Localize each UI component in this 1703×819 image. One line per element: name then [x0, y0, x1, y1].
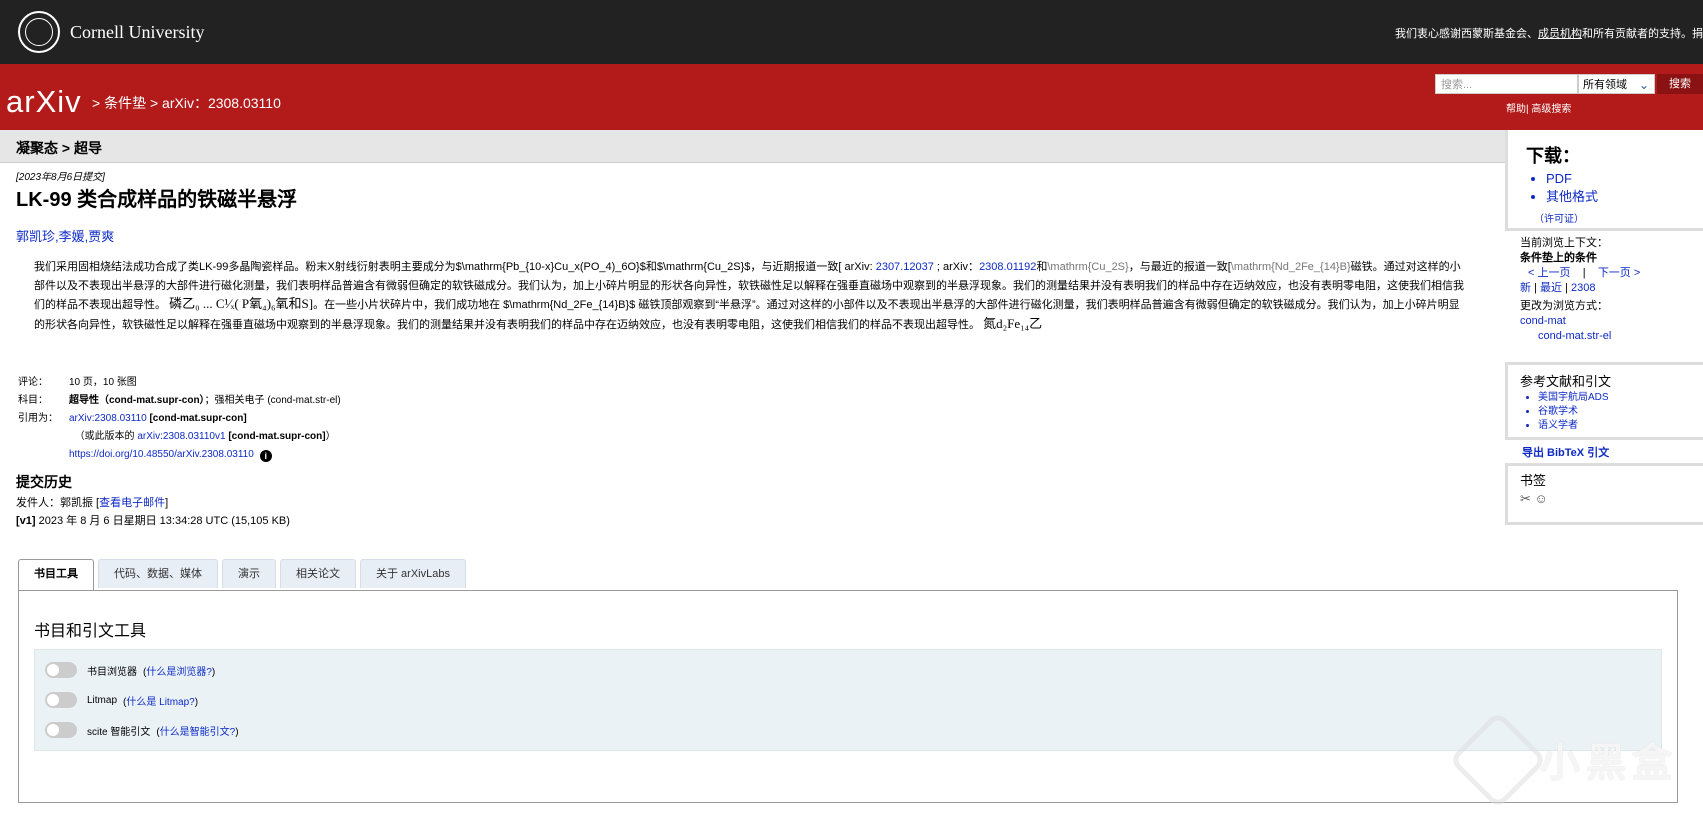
- submission-history-title: 提交历史: [16, 474, 72, 490]
- prev-link[interactable]: < 上一页: [1528, 267, 1570, 279]
- cornell-topbar: Cornell University 我们衷心感谢西蒙斯基金会、成员机构和所有贡…: [0, 0, 1703, 64]
- cornell-logo[interactable]: Cornell University: [18, 11, 204, 53]
- authors: 郭凯珍,李媛,贾爽: [16, 226, 114, 245]
- member-institutions-link[interactable]: 成员机构: [1538, 28, 1582, 40]
- secondary-subject: ；强相关电子 (cond-mat.str-el): [204, 395, 341, 406]
- bookmark-box: 书签 ✂ ☺: [1505, 463, 1703, 525]
- subject-heading: 凝聚态 > 超导: [16, 140, 102, 156]
- comments-value: 10 页，10 张图: [69, 377, 137, 388]
- bookmark-icons[interactable]: ✂ ☺: [1520, 491, 1548, 507]
- version-v1: [v1] 2023 年 8 月 6 日星期日 13:34:28 UTC (15,…: [16, 515, 290, 527]
- month-link[interactable]: 2308: [1571, 282, 1595, 294]
- scite-toggle[interactable]: [45, 722, 77, 738]
- next-link[interactable]: 下一页 >: [1598, 267, 1640, 279]
- doi-link[interactable]: https://doi.org/10.48550/arXiv.2308.0311…: [69, 449, 254, 460]
- export-bibtex-link[interactable]: 导出 BibTeX 引文: [1522, 444, 1609, 460]
- other-formats-link[interactable]: 其他格式: [1546, 188, 1598, 206]
- tab-bibliographic-tools[interactable]: 书目工具: [18, 559, 94, 591]
- submitted-date: [2023年8月6日提交]: [16, 172, 105, 183]
- browse-str-el-link[interactable]: cond-mat.str-el: [1538, 330, 1611, 342]
- version-v1-link[interactable]: [v1]: [16, 515, 36, 527]
- references-title: 参考文献和引文: [1520, 374, 1612, 389]
- browse-context: 当前浏览上下文： 条件垫上的条件 < 上一页 | 下一页 > 新 | 最近 | …: [1520, 237, 1641, 342]
- ref-link-2[interactable]: 2308.01192: [979, 261, 1036, 273]
- panel-title: 书目和引文工具: [34, 623, 147, 640]
- labs-tabs: 书目工具 代码、数据、媒体 演示 相关论文 关于 arXivLabs: [18, 559, 466, 591]
- view-email-link[interactable]: 查看电子邮件: [99, 497, 165, 509]
- cornell-seal-icon: [18, 11, 60, 53]
- tab-panel: 书目和引文工具 书目浏览器 (什么是浏览器?) Litmap (什么是 Litm…: [18, 590, 1678, 803]
- search-input[interactable]: 搜索...: [1435, 74, 1578, 94]
- scite-help-link[interactable]: 什么是智能引文?: [160, 727, 236, 738]
- right-sidebar: 下载： PDF 其他格式 （许可证） 当前浏览上下文： 条件垫上的条件 < 上一…: [1505, 130, 1703, 525]
- help-link[interactable]: 帮助: [1506, 104, 1526, 115]
- litmap-help-link[interactable]: 什么是 Litmap?: [126, 697, 194, 708]
- version-cite-link[interactable]: arXiv:2308.03110v1: [137, 431, 225, 442]
- toggle-row-litmap: Litmap (什么是 Litmap?): [45, 692, 198, 708]
- nasa-ads-link[interactable]: 美国宇航局ADS: [1538, 391, 1609, 405]
- download-list: PDF 其他格式: [1528, 170, 1598, 206]
- toggle-row-bibex: 书目浏览器 (什么是浏览器?): [45, 662, 215, 678]
- download-box: 下载： PDF 其他格式 （许可证）: [1505, 130, 1703, 231]
- bibex-toggle[interactable]: [45, 662, 77, 678]
- search-button[interactable]: 搜索: [1657, 74, 1703, 94]
- primary-subject: 超导性（cond-mat.supr-con）: [69, 395, 205, 406]
- watermark: 小黑盒: [1540, 741, 1678, 785]
- support-message: 我们衷心感谢西蒙斯基金会、成员机构和所有贡献者的支持。捐: [1395, 28, 1703, 40]
- references-box: 参考文献和引文 美国宇航局ADS 谷歌学术 语义学者: [1505, 362, 1703, 440]
- help-links: 帮助| 高级搜索: [1506, 100, 1571, 115]
- semantic-scholar-link[interactable]: 语义学者: [1538, 419, 1609, 433]
- license-link[interactable]: （许可证）: [1534, 210, 1584, 225]
- author-links[interactable]: 郭凯珍,李媛,贾爽: [16, 229, 114, 244]
- advanced-search-link[interactable]: | 高级搜索: [1526, 104, 1571, 115]
- breadcrumb: > 条件垫 > arXiv：2308.03110: [92, 95, 281, 111]
- chevron-down-icon: ⌄: [1638, 78, 1649, 92]
- toggle-row-scite: scite 智能引文 (什么是智能引文?): [45, 722, 239, 738]
- subject-heading-band: 凝聚态 > 超导: [0, 130, 1505, 163]
- pdf-link[interactable]: PDF: [1546, 170, 1598, 188]
- cornell-name: Cornell University: [70, 21, 205, 42]
- litmap-toggle[interactable]: [45, 692, 77, 708]
- cite-link[interactable]: arXiv:2308.03110: [69, 413, 147, 424]
- download-title: 下载：: [1526, 146, 1580, 166]
- context-value: 条件垫上的条件: [1520, 252, 1597, 264]
- info-icon[interactable]: i: [259, 450, 272, 462]
- submission-from: 发件人：郭凯振 [查看电子邮件]: [16, 497, 169, 509]
- search-field-select[interactable]: 所有领域 ⌄: [1578, 74, 1655, 94]
- breadcrumb-category[interactable]: 条件垫: [104, 95, 146, 111]
- google-scholar-link[interactable]: 谷歌学术: [1538, 405, 1609, 419]
- tab-about-arxivlabs[interactable]: 关于 arXivLabs: [360, 559, 466, 588]
- bibex-help-link[interactable]: 什么是浏览器?: [146, 667, 212, 678]
- tab-related-papers[interactable]: 相关论文: [280, 559, 356, 588]
- breadcrumb-id: arXiv：2308.03110: [162, 95, 281, 111]
- tab-code-data-media[interactable]: 代码、数据、媒体: [98, 559, 218, 588]
- ref-link-1[interactable]: 2307.12037: [876, 261, 934, 273]
- toggle-box: 书目浏览器 (什么是浏览器?) Litmap (什么是 Litmap?) sci…: [34, 649, 1662, 751]
- paper-title: LK-99 类合成样品的铁磁半悬浮: [16, 189, 298, 211]
- recent-link[interactable]: 最近: [1540, 282, 1562, 294]
- abstract-text: 我们采用固相烧结法成功合成了类LK-99多晶陶瓷样品。粉末X射线衍射表明主要成分…: [34, 261, 1464, 331]
- metadata-table: 评论： 10 页，10 张图 科目： 超导性（cond-mat.supr-con）；…: [18, 374, 341, 464]
- arxiv-header: arXiv > 条件垫 > arXiv：2308.03110 搜索... 所有领…: [0, 64, 1703, 130]
- browse-cond-mat-link[interactable]: cond-mat: [1520, 315, 1566, 327]
- arxiv-logo[interactable]: arXiv: [6, 84, 82, 120]
- tab-demos[interactable]: 演示: [222, 559, 276, 588]
- new-link[interactable]: 新: [1520, 282, 1531, 294]
- bookmark-title: 书签: [1520, 473, 1547, 488]
